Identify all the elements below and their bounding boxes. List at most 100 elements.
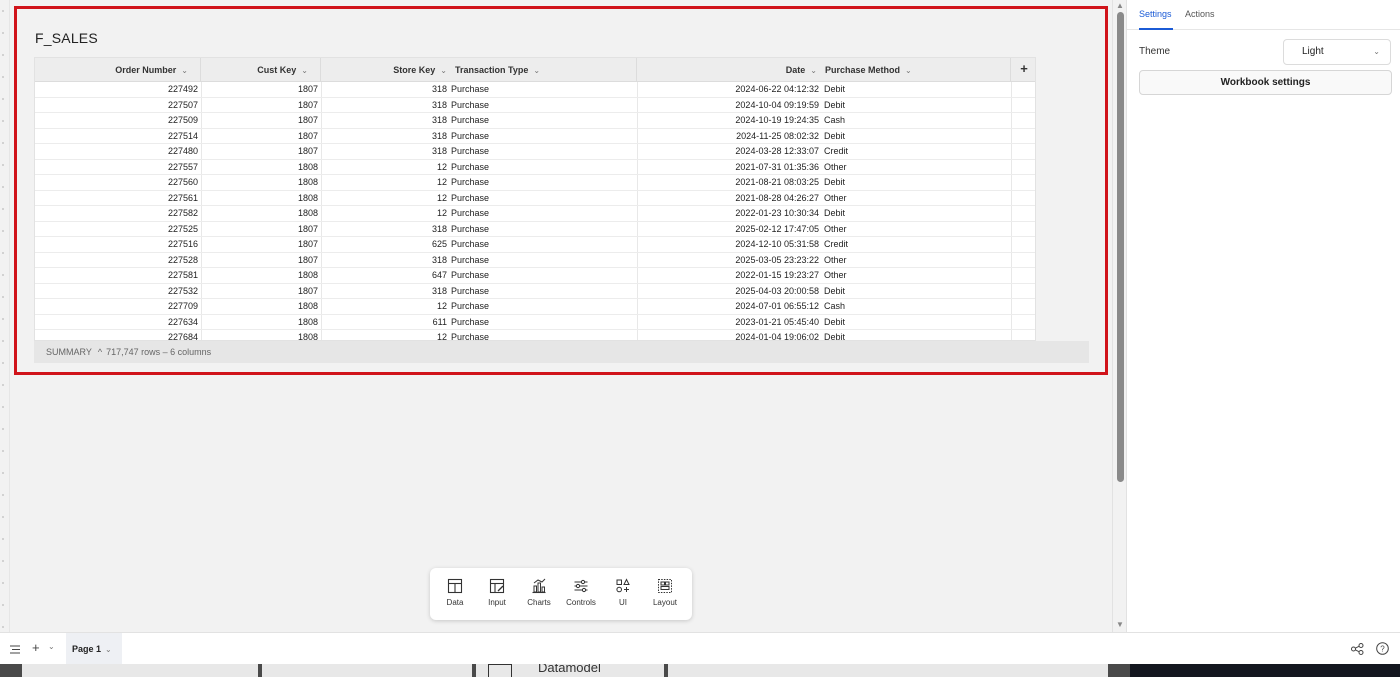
table-element-selected[interactable]: F_SALES Order Number ⌄ Cust Key ⌄ Store Ke…: [14, 6, 1108, 375]
table-cell[interactable]: Cash: [824, 113, 1004, 128]
table-cell[interactable]: 318: [321, 129, 447, 144]
table-cell[interactable]: 227525: [35, 222, 198, 237]
table-cell[interactable]: 625: [321, 237, 447, 252]
tab-actions[interactable]: Actions: [1185, 9, 1215, 19]
toolbar-charts-button[interactable]: Charts: [518, 576, 560, 607]
table-cell[interactable]: Debit: [824, 98, 1004, 113]
column-header-transaction-type[interactable]: Transaction Type ⌄: [451, 58, 637, 82]
table-cell[interactable]: 1808: [201, 206, 318, 221]
table-cell[interactable]: 1808: [201, 268, 318, 283]
table-cell[interactable]: 1807: [201, 144, 318, 159]
table-cell[interactable]: Debit: [824, 175, 1004, 190]
table-cell[interactable]: 227561: [35, 191, 198, 206]
table-cell[interactable]: Purchase: [451, 191, 631, 206]
table-cell[interactable]: Purchase: [451, 144, 631, 159]
column-header-purchase-method[interactable]: Purchase Method ⌄: [821, 58, 1011, 82]
lineage-icon[interactable]: [1351, 643, 1364, 655]
table-cell[interactable]: 1807: [201, 82, 318, 97]
table-cell[interactable]: Debit: [824, 315, 1004, 330]
toolbar-layout-button[interactable]: Layout: [644, 576, 686, 607]
table-cell[interactable]: 227507: [35, 98, 198, 113]
chevron-down-icon[interactable]: ⌄: [301, 59, 308, 82]
table-row[interactable]: 227560 1808 12 Purchase 2021-08-21 08:03:25 D…: [35, 175, 1035, 191]
chevron-down-icon[interactable]: ⌄: [905, 59, 912, 82]
table-cell[interactable]: 227634: [35, 315, 198, 330]
table-row[interactable]: 227525 1807 318 Purchase 2025-02-12 17:47:05…: [35, 222, 1035, 237]
add-column-button[interactable]: +: [1011, 58, 1035, 82]
table-cell[interactable]: 12: [321, 299, 447, 314]
add-page-icon[interactable]: +: [32, 640, 40, 655]
table-row[interactable]: 227492 1807 318 Purchase 2024-06-22 04:12:32…: [35, 82, 1035, 98]
table-cell[interactable]: Debit: [824, 284, 1004, 299]
chevron-down-icon[interactable]: ⌄: [181, 59, 188, 82]
table-cell[interactable]: 227582: [35, 206, 198, 221]
table-cell[interactable]: 227557: [35, 160, 198, 175]
table-cell[interactable]: 12: [321, 175, 447, 190]
table-cell[interactable]: 2024-01-04 19:06:02: [637, 330, 819, 340]
table-cell[interactable]: Purchase: [451, 330, 631, 340]
table-cell[interactable]: 2024-03-28 12:33:07: [637, 144, 819, 159]
table-row[interactable]: 227557 1808 12 Purchase 2021-07-31 01:35:36 O…: [35, 160, 1035, 175]
column-header-cust-key[interactable]: Cust Key ⌄: [201, 58, 321, 82]
table-cell[interactable]: 1807: [201, 237, 318, 252]
table-cell[interactable]: 227509: [35, 113, 198, 128]
table-cell[interactable]: 2024-07-01 06:55:12: [637, 299, 819, 314]
column-header-date[interactable]: Date ⌄: [637, 58, 821, 82]
table-cell[interactable]: 227560: [35, 175, 198, 190]
table-row[interactable]: 227480 1807 318 Purchase 2024-03-28 12:33:07…: [35, 144, 1035, 160]
help-icon[interactable]: ?: [1376, 642, 1389, 655]
toolbar-data-button[interactable]: Data: [434, 576, 476, 607]
table-cell[interactable]: Purchase: [451, 113, 631, 128]
chevron-down-icon[interactable]: ⌄: [48, 642, 55, 651]
table-cell[interactable]: Debit: [824, 129, 1004, 144]
theme-select[interactable]: Light ⌄: [1283, 39, 1391, 65]
table-cell[interactable]: 647: [321, 268, 447, 283]
table-cell[interactable]: Purchase: [451, 129, 631, 144]
table-cell[interactable]: 1808: [201, 330, 318, 340]
chevron-down-icon[interactable]: ⌄: [533, 59, 540, 82]
table-cell[interactable]: Purchase: [451, 253, 631, 268]
table-cell[interactable]: Credit: [824, 237, 1004, 252]
table-cell[interactable]: 227492: [35, 82, 198, 97]
table-cell[interactable]: Purchase: [451, 315, 631, 330]
table-cell[interactable]: 227684: [35, 330, 198, 340]
workbook-settings-button[interactable]: Workbook settings: [1139, 70, 1392, 95]
workbook-canvas[interactable]: F_SALES Order Number ⌄ Cust Key ⌄ Store Ke…: [0, 0, 1112, 632]
table-row[interactable]: 227507 1807 318 Purchase 2024-10-04 09:19:59…: [35, 98, 1035, 113]
page-list-icon[interactable]: [10, 645, 21, 654]
table-cell[interactable]: 2024-10-04 09:19:59: [637, 98, 819, 113]
table-cell[interactable]: 2021-08-21 08:03:25: [637, 175, 819, 190]
table-cell[interactable]: 1808: [201, 315, 318, 330]
table-cell[interactable]: 1807: [201, 253, 318, 268]
table-cell[interactable]: 318: [321, 82, 447, 97]
table-row[interactable]: 227514 1807 318 Purchase 2024-11-25 08:02:32…: [35, 129, 1035, 144]
table-row[interactable]: 227634 1808 611 Purchase 2023-01-21 05:45:40…: [35, 315, 1035, 330]
table-cell[interactable]: 227514: [35, 129, 198, 144]
table-cell[interactable]: 227709: [35, 299, 198, 314]
table-cell[interactable]: Other: [824, 160, 1004, 175]
chevron-down-icon[interactable]: ⌄: [810, 59, 817, 82]
table-cell[interactable]: Purchase: [451, 284, 631, 299]
table-row[interactable]: 227509 1807 318 Purchase 2024-10-19 19:24:35…: [35, 113, 1035, 129]
tab-page-1[interactable]: Page 1 ⌄: [66, 633, 122, 665]
chevron-down-icon[interactable]: ⌄: [440, 59, 447, 82]
table-cell[interactable]: 318: [321, 98, 447, 113]
table-cell[interactable]: 318: [321, 253, 447, 268]
table-cell[interactable]: 2024-06-22 04:12:32: [637, 82, 819, 97]
table-cell[interactable]: 318: [321, 113, 447, 128]
table-cell[interactable]: Credit: [824, 144, 1004, 159]
table-cell[interactable]: 227480: [35, 144, 198, 159]
chevron-down-icon[interactable]: ⌄: [105, 645, 112, 654]
table-cell[interactable]: Other: [824, 222, 1004, 237]
table-cell[interactable]: 2025-03-05 23:23:22: [637, 253, 819, 268]
table-cell[interactable]: 2024-11-25 08:02:32: [637, 129, 819, 144]
table-cell[interactable]: 1807: [201, 284, 318, 299]
table-cell[interactable]: 1808: [201, 191, 318, 206]
table-row[interactable]: 227684 1808 12 Purchase 2024-01-04 19:06:02 D…: [35, 330, 1035, 340]
element-title[interactable]: F_SALES: [35, 30, 98, 46]
table-cell[interactable]: 1807: [201, 113, 318, 128]
scroll-down-icon[interactable]: ▼: [1116, 620, 1124, 629]
table-cell[interactable]: 318: [321, 222, 447, 237]
table-cell[interactable]: 12: [321, 206, 447, 221]
table-cell[interactable]: 12: [321, 330, 447, 340]
